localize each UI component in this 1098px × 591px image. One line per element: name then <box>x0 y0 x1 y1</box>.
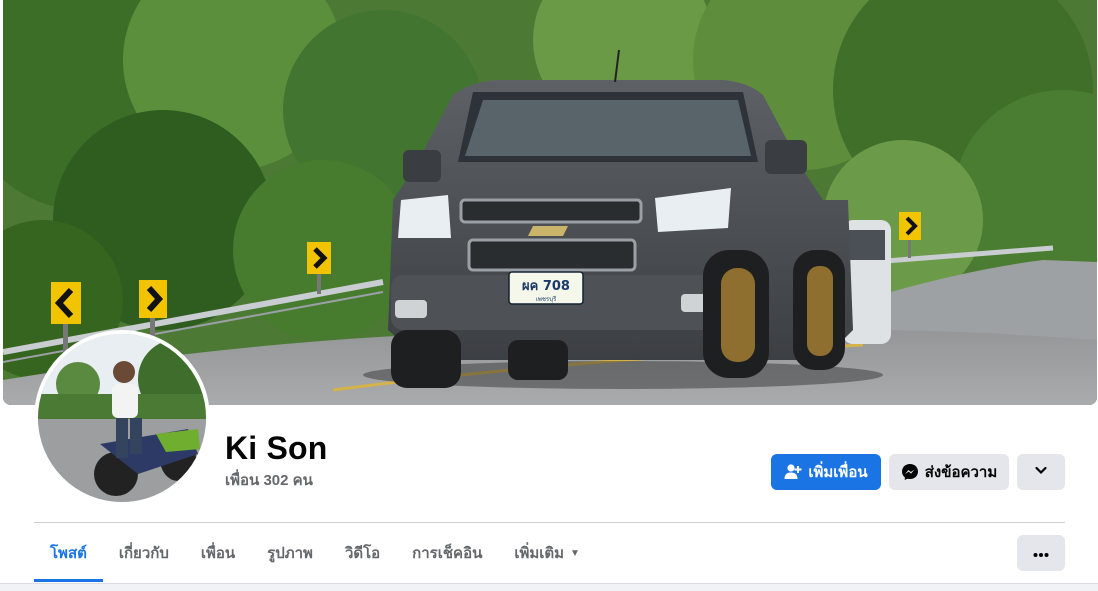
tab-posts[interactable]: โพสต์ <box>34 524 103 582</box>
page-background-strip <box>0 583 1098 591</box>
tab-label: เพื่อน <box>200 545 236 562</box>
person-plus-icon <box>784 463 802 481</box>
profile-tabs: โพสต์ เกี่ยวกับ เพื่อน รูปภาพ วิดีโอ การ… <box>34 524 596 582</box>
tab-photos[interactable]: รูปภาพ <box>251 524 329 582</box>
tab-label: โพสต์ <box>50 545 87 562</box>
tab-label: รูปภาพ <box>267 545 313 562</box>
message-button[interactable]: ส่งข้อความ <box>889 454 1009 490</box>
overflow-menu-button[interactable] <box>1017 535 1065 571</box>
profile-picture-frame[interactable] <box>34 330 210 506</box>
tab-friends[interactable]: เพื่อน <box>185 524 251 582</box>
avatar-image <box>38 334 206 502</box>
message-label: ส่งข้อความ <box>924 464 998 481</box>
profile-actions-dropdown-button[interactable] <box>1017 454 1065 490</box>
avatar[interactable] <box>38 334 206 502</box>
friends-count[interactable]: เพื่อน 302 คน <box>225 471 313 491</box>
profile-name: Ki Son <box>225 430 328 466</box>
add-friend-label: เพิ่มเพื่อน <box>808 464 868 481</box>
tab-label: เพิ่มเติม <box>514 545 565 562</box>
chevron-down-icon <box>1034 463 1048 481</box>
cover-plate-text: ผค 708 <box>522 279 570 294</box>
tab-label: การเช็คอิน <box>412 545 483 562</box>
tab-about[interactable]: เกี่ยวกับ <box>103 524 185 582</box>
ellipsis-icon <box>1033 545 1049 562</box>
cover-plate-subtext: เพชรบุรี <box>536 295 557 303</box>
tab-check-ins[interactable]: การเช็คอิน <box>396 524 498 582</box>
caret-down-icon: ▼ <box>570 547 580 559</box>
header-divider <box>34 522 1065 523</box>
messenger-icon <box>901 463 919 481</box>
tab-label: เกี่ยวกับ <box>118 545 169 562</box>
tab-videos[interactable]: วิดีโอ <box>329 524 396 582</box>
add-friend-button[interactable]: เพิ่มเพื่อน <box>771 454 881 490</box>
tab-label: วิดีโอ <box>344 545 381 562</box>
tab-more[interactable]: เพิ่มเติม ▼ <box>498 524 596 582</box>
